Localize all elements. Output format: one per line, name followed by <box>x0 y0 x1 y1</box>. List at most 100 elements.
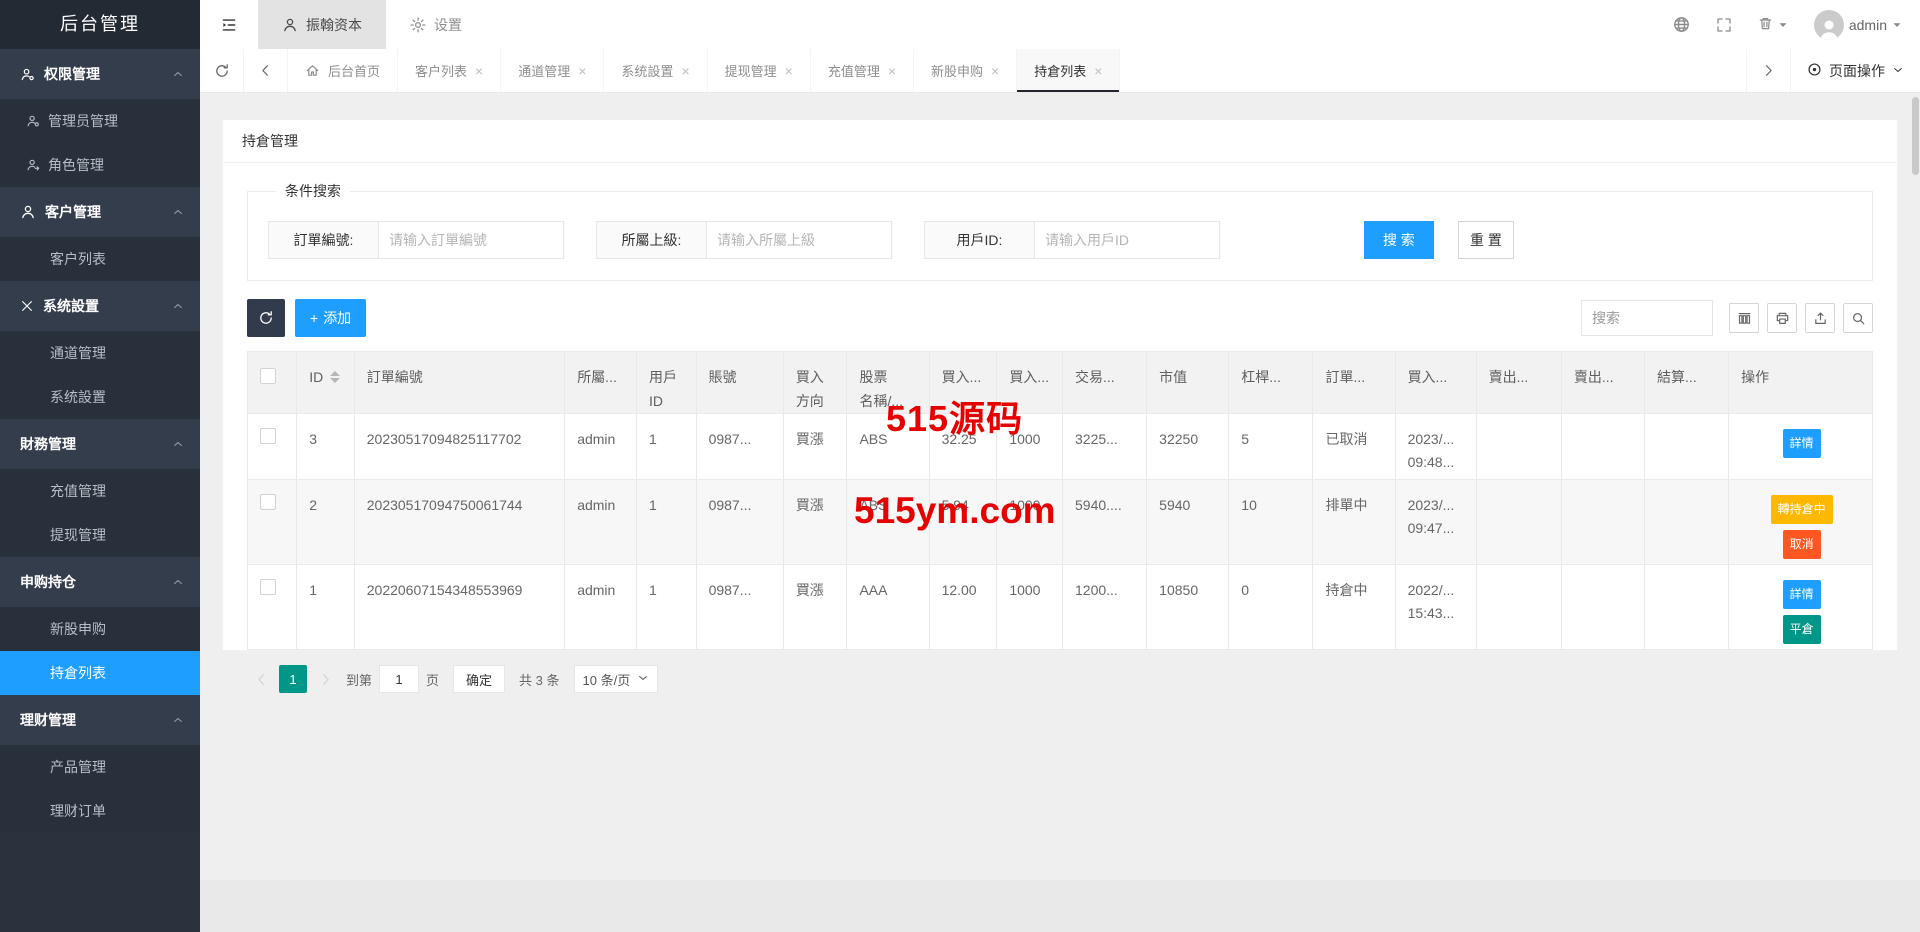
topnav-tab-设置[interactable]: 设置 <box>386 0 486 49</box>
user-id-label: 用戶ID: <box>924 221 1034 259</box>
scroll-tabs-right-icon[interactable] <box>1746 49 1790 92</box>
close-icon[interactable]: × <box>681 63 689 79</box>
order-no-input[interactable] <box>378 221 564 259</box>
sidebar-section-0[interactable]: 权限管理 <box>0 49 200 99</box>
sidebar-section-3[interactable]: 財務管理 <box>0 419 200 469</box>
tab-label: 通道管理 <box>518 61 570 80</box>
row-checkbox[interactable] <box>260 579 276 595</box>
tab-后台首页[interactable]: 后台首页 <box>288 49 398 92</box>
sidebar-item-新股申购[interactable]: 新股申购 <box>0 607 200 651</box>
sidebar-item-客户列表[interactable]: 客户列表 <box>0 237 200 281</box>
close-icon[interactable]: × <box>1094 63 1102 79</box>
sidebar-section-2[interactable]: 系统設置 <box>0 281 200 331</box>
table-search-input[interactable] <box>1581 300 1713 336</box>
add-button[interactable]: + 添加 <box>295 299 366 337</box>
chevron-left-icon <box>254 672 269 687</box>
tab-新股申购[interactable]: 新股申购× <box>914 49 1017 92</box>
close-icon[interactable]: × <box>578 63 586 79</box>
close-icon[interactable]: × <box>991 63 999 79</box>
magnifier-icon[interactable] <box>1843 303 1873 333</box>
tab-持倉列表[interactable]: 持倉列表× <box>1017 49 1120 92</box>
top-nav-tabs: 振翰资本设置 <box>258 0 486 49</box>
sidebar-item-提现管理[interactable]: 提现管理 <box>0 513 200 557</box>
action-button-取消[interactable]: 取消 <box>1783 530 1821 559</box>
caret-down-icon <box>1778 20 1788 30</box>
close-icon[interactable]: × <box>888 63 896 79</box>
cell-order_no: 20230517094750061744 <box>354 480 564 565</box>
scrollbar-thumb[interactable] <box>1912 97 1919 175</box>
action-button-轉持倉中[interactable]: 轉持倉中 <box>1771 495 1833 524</box>
col-header-_cb <box>248 352 297 414</box>
sidebar-item-角色管理[interactable]: 角色管理 <box>0 143 200 187</box>
target-icon <box>1807 62 1822 77</box>
row-checkbox[interactable] <box>260 494 276 510</box>
refresh-button[interactable] <box>247 299 285 337</box>
language-globe-icon[interactable] <box>1673 16 1690 33</box>
export-icon[interactable] <box>1805 303 1835 333</box>
page-operations-dropdown[interactable]: 页面操作 <box>1790 49 1920 92</box>
sidebar-item-理财订单[interactable]: 理财订单 <box>0 789 200 833</box>
page-operations-label: 页面操作 <box>1829 61 1885 81</box>
tab-label: 后台首页 <box>328 61 380 80</box>
user-menu[interactable]: admin <box>1814 10 1902 40</box>
action-button-平倉[interactable]: 平倉 <box>1783 615 1821 644</box>
sidebar-item-持倉列表[interactable]: 持倉列表 <box>0 651 200 695</box>
cell-stock: AAA <box>847 565 929 650</box>
sidebar-item-通道管理[interactable]: 通道管理 <box>0 331 200 375</box>
row-checkbox[interactable] <box>260 428 276 444</box>
cell-user_id: 1 <box>637 565 697 650</box>
sidebar-item-label: 持倉列表 <box>50 663 106 683</box>
fullscreen-icon[interactable] <box>1716 17 1732 33</box>
cell-buy_time: 2023/... 09:47... <box>1395 480 1476 565</box>
sidebar-item-管理员管理[interactable]: 管理员管理 <box>0 99 200 143</box>
tab-充值管理[interactable]: 充值管理× <box>811 49 914 92</box>
cell-_cb <box>248 414 297 480</box>
select-all-checkbox[interactable] <box>260 368 276 384</box>
filter-columns-icon[interactable] <box>1729 303 1759 333</box>
reset-button[interactable]: 重 置 <box>1458 221 1514 259</box>
tab-系统設置[interactable]: 系统設置× <box>604 49 707 92</box>
sidebar-item-系统設置[interactable]: 系统設置 <box>0 375 200 419</box>
cell-buy_qty: 1000 <box>997 565 1063 650</box>
cell-order_no: 20220607154348553969 <box>354 565 564 650</box>
sidebar-section-1[interactable]: 客户管理 <box>0 187 200 237</box>
chevron-up-icon <box>172 206 184 218</box>
scroll-tabs-left-icon[interactable] <box>244 49 288 92</box>
user-id-group: 用戶ID: <box>924 221 1220 259</box>
cell-settle <box>1644 480 1728 565</box>
chevron-up-icon <box>172 300 184 312</box>
username: admin <box>1849 17 1887 33</box>
tab-通道管理[interactable]: 通道管理 × <box>501 49 604 92</box>
export-icon <box>1813 311 1828 326</box>
per-page-select[interactable]: 10 条/页 <box>574 665 659 693</box>
col-header-actions: 操作 <box>1729 352 1873 414</box>
sidebar-section-4[interactable]: 申购持仓 <box>0 557 200 607</box>
tab-提现管理[interactable]: 提现管理× <box>708 49 811 92</box>
cell-status: 持倉中 <box>1313 565 1395 650</box>
close-icon[interactable]: × <box>475 63 483 79</box>
user-id-input[interactable] <box>1034 221 1220 259</box>
sidebar-section-5[interactable]: 理财管理 <box>0 695 200 745</box>
toolbar-right <box>1581 300 1873 336</box>
sidebar-item-充值管理[interactable]: 充值管理 <box>0 469 200 513</box>
parent-input[interactable] <box>706 221 892 259</box>
current-page[interactable]: 1 <box>279 665 307 693</box>
action-button-詳情[interactable]: 詳情 <box>1783 429 1821 458</box>
goto-confirm-button[interactable]: 确定 <box>453 665 505 693</box>
prev-page-icon[interactable] <box>247 665 275 693</box>
clear-cache-dropdown[interactable] <box>1758 16 1788 34</box>
print-icon[interactable] <box>1767 303 1797 333</box>
goto-page-input[interactable] <box>379 665 419 693</box>
col-header-status: 訂單... <box>1313 352 1395 414</box>
search-button[interactable]: 搜 索 <box>1364 221 1434 259</box>
chevron-down-icon <box>637 672 649 684</box>
next-page-icon[interactable] <box>311 665 339 693</box>
tab-客户列表[interactable]: 客户列表× <box>398 49 501 92</box>
collapse-menu-icon[interactable] <box>200 0 258 49</box>
action-button-詳情[interactable]: 詳情 <box>1783 580 1821 609</box>
close-icon[interactable]: × <box>785 63 793 79</box>
topnav-tab-振翰资本[interactable]: 振翰资本 <box>258 0 386 49</box>
sort-icon[interactable] <box>330 371 340 383</box>
sidebar-item-产品管理[interactable]: 产品管理 <box>0 745 200 789</box>
refresh-tab-icon[interactable] <box>200 49 244 92</box>
